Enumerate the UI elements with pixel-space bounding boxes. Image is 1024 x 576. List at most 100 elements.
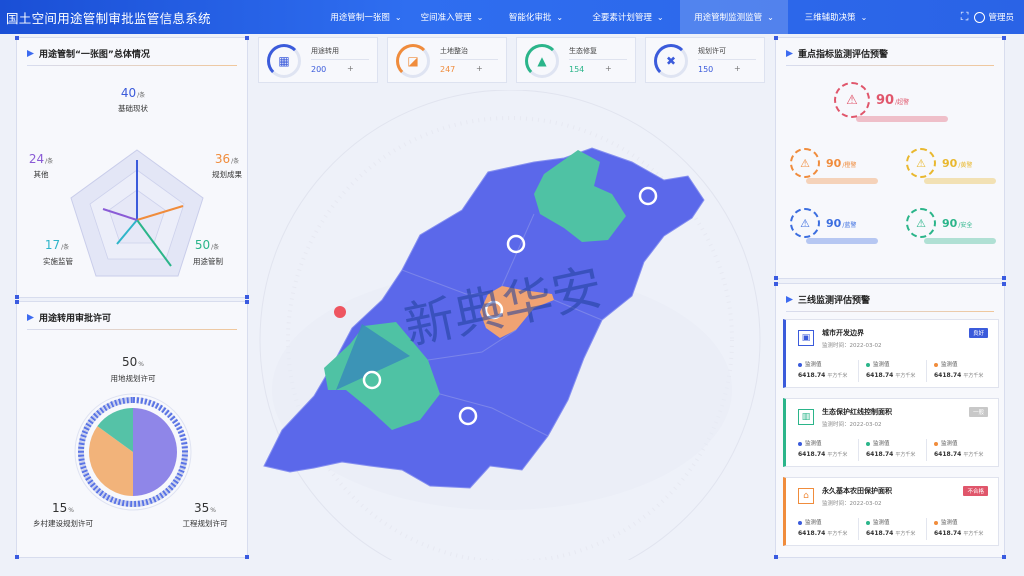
plus-icon: + — [476, 64, 483, 73]
approval-value-project: 35% — [194, 501, 216, 515]
chevron-down-icon: ⌄ — [556, 12, 564, 22]
stat-name: 生态修复 — [569, 47, 597, 55]
approval-label-village: 乡村建设规划许可 — [33, 519, 93, 528]
overview-value-plan: 36/条 — [214, 152, 240, 166]
alarm-icon: ⚠ — [790, 208, 820, 238]
top-right: ⛶ 管理员 — [961, 0, 1014, 34]
user-name[interactable]: 管理员 — [988, 11, 1014, 23]
indicator-blue[interactable]: ⚠ 90/蓝警 — [790, 208, 856, 238]
overview-label-base: 基础现状 — [118, 104, 148, 113]
approval-value-land: 50% — [122, 355, 144, 369]
nav-item-space-access[interactable]: 空间准入管理 ⌄ — [408, 0, 496, 34]
chevron-down-icon: ⌄ — [476, 12, 484, 22]
nav-item-map[interactable]: 用途管制一张图 ⌄ — [324, 0, 408, 34]
overview-label-other: 其他 — [33, 170, 49, 179]
land-icon: ◪ — [407, 54, 419, 68]
three-line-card-urban[interactable]: ▣ 城市开发边界 监测时间：2022-03-02 良好 监测值 6418.74 平… — [783, 319, 999, 388]
triangle-marker-icon — [786, 50, 793, 57]
approval-pie — [88, 408, 177, 496]
stat-card-planning-permit[interactable]: ✖ 规划许可 150 + — [645, 37, 765, 83]
divider — [27, 329, 237, 330]
chart-icon: ▥ — [798, 409, 814, 425]
map-pin-red — [334, 306, 346, 318]
nav-item-plan-management[interactable]: 全要素计划管理 ⌄ — [576, 0, 680, 34]
status-badge: 良好 — [968, 328, 988, 338]
overview-value-other: 24/条 — [28, 152, 54, 166]
stat-card-ecology[interactable]: ▲ 生态修复 154 + — [516, 37, 636, 83]
stat-name: 规划许可 — [698, 47, 726, 55]
approval-label-land: 用地规划许可 — [110, 374, 156, 383]
approval-label-project: 工程规划许可 — [182, 519, 228, 528]
three-line-card-ecology[interactable]: ▥ 生态保护红线控制面积 监测时间：2022-03-02 一般 监测值 6418… — [783, 398, 999, 467]
divider — [27, 65, 237, 66]
fullscreen-icon[interactable]: ⛶ — [961, 10, 969, 24]
stat-name: 用途转用 — [311, 47, 339, 55]
map-area: 新典华安 — [259, 90, 761, 560]
stat-name: 土地整治 — [440, 47, 468, 55]
three-line-card-farmland[interactable]: ⌂ 永久基本农田保护面积 监测时间：2022-03-02 不合格 监测值 641… — [783, 477, 999, 546]
alarm-icon: ⚠ — [834, 82, 870, 118]
card-name: 永久基本农田保护面积 — [822, 487, 892, 495]
plus-icon: + — [734, 64, 741, 73]
approval-donut-chart — [74, 393, 192, 511]
plus-icon: + — [605, 64, 612, 73]
approval-panel: 用途转用审批许可 50% 用地规划许可 35% 工程规划许可 15% 乡村建设规… — [15, 300, 249, 559]
nav-item-3d-decision[interactable]: 三维辅助决策 ⌄ — [788, 0, 884, 34]
stat-card-conversion[interactable]: ▦ 用途转用 200 + — [258, 37, 378, 83]
indicator-yellow[interactable]: ⚠ 90/黄警 — [906, 148, 972, 178]
chevron-down-icon: ⌄ — [767, 12, 774, 22]
tools-icon: ✖ — [665, 54, 677, 68]
card-date: 监测时间：2022-03-02 — [822, 343, 882, 349]
card-name: 城市开发边界 — [822, 329, 864, 337]
divider — [786, 311, 994, 312]
divider — [786, 65, 994, 66]
indicator-green[interactable]: ⚠ 90/安全 — [906, 208, 972, 238]
stat-value: 247 — [440, 65, 456, 74]
overview-value-base: 40/条 — [120, 86, 146, 100]
approval-value-village: 15% — [52, 501, 74, 515]
triangle-marker-icon — [786, 296, 793, 303]
approval-title: 用途转用审批许可 — [39, 314, 112, 324]
chevron-down-icon: ⌄ — [656, 12, 664, 22]
stat-value: 154 — [569, 65, 585, 74]
farm-icon: ⌂ — [798, 488, 814, 504]
tree-icon: ▲ — [537, 54, 547, 68]
overview-panel: 用途管制“一张图”总体情况 40/条 基础现状 36/条 规划成果 50/条 用… — [15, 36, 249, 299]
stat-value: 150 — [698, 65, 714, 74]
card-name: 生态保护红线控制面积 — [822, 408, 892, 416]
app-title: 国土空间用途管制审批监管信息系统 — [6, 10, 211, 26]
overview-value-monitor: 17/条 — [44, 238, 70, 252]
chevron-down-icon: ⌄ — [860, 12, 868, 22]
building-icon: ▦ — [278, 54, 290, 68]
stat-value: 200 — [311, 65, 327, 74]
chevron-down-icon: ⌄ — [394, 12, 402, 22]
pie-slice-0 — [133, 408, 177, 496]
indicator-orange[interactable]: ⚠ 90/橙警 — [790, 148, 856, 178]
stat-card-land-remediation[interactable]: ◪ 土地整治 247 + — [387, 37, 507, 83]
overview-label-plan: 规划成果 — [212, 170, 242, 179]
triangle-marker-icon — [27, 50, 34, 57]
top-bar: 国土空间用途管制审批监管信息系统 用途管制一张图 ⌄ 空间准入管理 ⌄ 智能化审批 ⌄… — [0, 0, 1024, 34]
boundary-icon: ▣ — [798, 330, 814, 346]
triangle-marker-icon — [27, 314, 34, 321]
nav-item-smart-approval[interactable]: 智能化审批 ⌄ — [496, 0, 576, 34]
plus-icon: + — [347, 64, 354, 73]
status-badge: 不合格 — [963, 486, 988, 496]
nav-item-monitoring[interactable]: 用途管制监测监管 ⌄ — [680, 0, 788, 34]
alarm-icon: ⚠ — [790, 148, 820, 178]
three-lines-title: 三线监测评估预警 — [798, 296, 871, 306]
indicator-red[interactable]: ⚠ 90/超警 — [834, 82, 909, 118]
user-icon[interactable] — [974, 11, 986, 23]
overview-title: 用途管制“一张图”总体情况 — [39, 50, 150, 60]
alarm-icon: ⚠ — [906, 148, 936, 178]
card-date: 监测时间：2022-03-02 — [822, 422, 882, 428]
main-nav: 用途管制一张图 ⌄ 空间准入管理 ⌄ 智能化审批 ⌄ 全要素计划管理 ⌄ 用途管制监测监… — [324, 0, 884, 34]
key-indicators-title: 重点指标监测评估预警 — [798, 50, 889, 60]
card-date: 监测时间：2022-03-02 — [822, 501, 882, 507]
key-indicators-panel: 重点指标监测评估预警 ⚠ 90/超警 ⚠ 90/橙警 ⚠ 90/黄警 ⚠ 90/… — [774, 36, 1006, 280]
overview-label-monitor: 实施监管 — [43, 257, 73, 266]
status-badge: 一般 — [968, 407, 988, 417]
overview-label-control: 用途管制 — [193, 257, 223, 266]
overview-value-control: 50/条 — [194, 238, 220, 252]
alarm-icon: ⚠ — [906, 208, 936, 238]
